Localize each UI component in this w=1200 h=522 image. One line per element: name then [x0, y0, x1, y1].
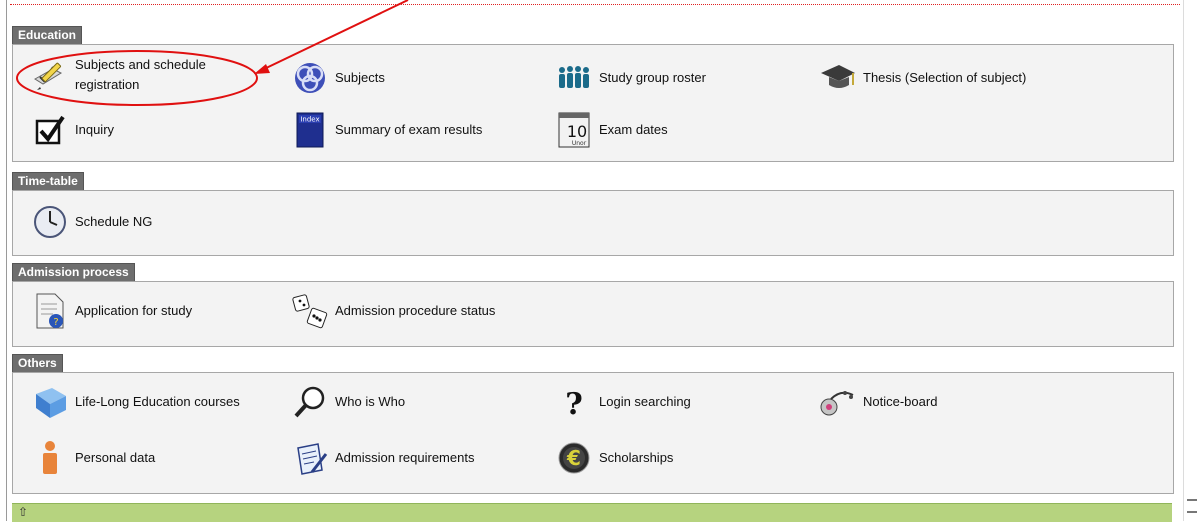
svg-text:Unor: Unor — [572, 140, 587, 147]
notice-board-icon — [819, 383, 857, 421]
link-schedule-ng[interactable]: Schedule NG — [31, 203, 152, 241]
magnifier-icon — [291, 383, 329, 421]
question-mark-icon: ? — [555, 383, 593, 421]
svg-text:Index: Index — [300, 116, 319, 124]
link-notice-board[interactable]: Notice-board — [819, 383, 937, 421]
svg-text:?: ? — [565, 387, 583, 419]
person-icon — [31, 439, 69, 477]
calendar-icon: 10 Unor — [555, 111, 593, 149]
link-subjects-and-schedule-registration[interactable]: Subjects and schedule registration — [31, 55, 255, 95]
item-label: Life-Long Education courses — [75, 394, 240, 409]
link-who-is-who[interactable]: Who is Who — [291, 383, 405, 421]
item-label: Login searching — [599, 394, 691, 409]
people-group-icon — [555, 59, 593, 97]
clipboard-pen-icon — [291, 439, 329, 477]
document-question-icon: ? — [31, 292, 69, 330]
item-label: Who is Who — [335, 394, 406, 409]
svg-text:€: € — [566, 446, 581, 470]
section-header-timetable: Time-table — [12, 172, 84, 191]
section-education: Subjects and schedule registration Subje… — [12, 44, 1174, 162]
item-label: Admission requirements — [335, 450, 475, 465]
section-admission: ? Application for study Admission proced… — [12, 281, 1174, 347]
link-application-for-study[interactable]: ? Application for study — [31, 292, 192, 330]
link-scholarships[interactable]: € Scholarships — [555, 439, 673, 477]
link-subjects[interactable]: Subjects — [291, 59, 385, 97]
item-label: Subjects and schedule registration — [75, 57, 206, 92]
item-label: Schedule NG — [75, 214, 153, 229]
svg-text:?: ? — [53, 317, 58, 328]
section-timetable: Schedule NG — [12, 190, 1174, 256]
section-others: Life-Long Education courses Who is Who ?… — [12, 372, 1174, 494]
graduation-cap-icon — [819, 59, 857, 97]
section-header-admission: Admission process — [12, 263, 135, 282]
item-label: Inquiry — [75, 122, 115, 137]
pencil-checklist-icon — [31, 56, 69, 94]
item-label: Exam dates — [599, 122, 668, 137]
clock-icon — [31, 203, 69, 241]
svg-text:10: 10 — [567, 122, 587, 141]
checkbox-checked-icon — [31, 111, 69, 149]
link-login-searching[interactable]: ? Login searching — [555, 383, 691, 421]
item-label: Thesis (Selection of subject) — [863, 70, 1027, 85]
item-label: Study group roster — [599, 70, 706, 85]
top-strip — [10, 0, 1180, 8]
item-label: Notice-board — [863, 394, 938, 409]
link-thesis[interactable]: Thesis (Selection of subject) — [819, 59, 1026, 97]
item-label: Admission procedure status — [335, 303, 496, 318]
dice-icon — [291, 292, 329, 330]
link-inquiry[interactable]: Inquiry — [31, 111, 114, 149]
item-label: Personal data — [75, 450, 156, 465]
index-book-icon: Index — [291, 111, 329, 149]
link-life-long-education-courses[interactable]: Life-Long Education courses — [31, 383, 240, 421]
link-exam-dates[interactable]: 10 Unor Exam dates — [555, 111, 668, 149]
link-admission-procedure-status[interactable]: Admission procedure status — [291, 292, 495, 330]
item-label: Scholarships — [599, 450, 674, 465]
footer-bar: ⇧ — [12, 503, 1172, 522]
euro-coin-icon: € — [555, 439, 593, 477]
window-edge-scrollbar[interactable] — [1183, 0, 1200, 521]
celtic-knot-icon — [291, 59, 329, 97]
link-personal-data[interactable]: Personal data — [31, 439, 155, 477]
item-label: Application for study — [75, 303, 193, 318]
section-header-education: Education — [12, 26, 83, 45]
item-label: Summary of exam results — [335, 122, 483, 137]
book-cube-icon — [31, 383, 69, 421]
section-header-others: Others — [12, 354, 63, 373]
link-admission-requirements[interactable]: Admission requirements — [291, 439, 474, 477]
up-arrow-icon[interactable]: ⇧ — [18, 505, 28, 519]
item-label: Subjects — [335, 70, 385, 85]
link-summary-of-exam-results[interactable]: Index Summary of exam results — [291, 111, 482, 149]
link-study-group-roster[interactable]: Study group roster — [555, 59, 706, 97]
